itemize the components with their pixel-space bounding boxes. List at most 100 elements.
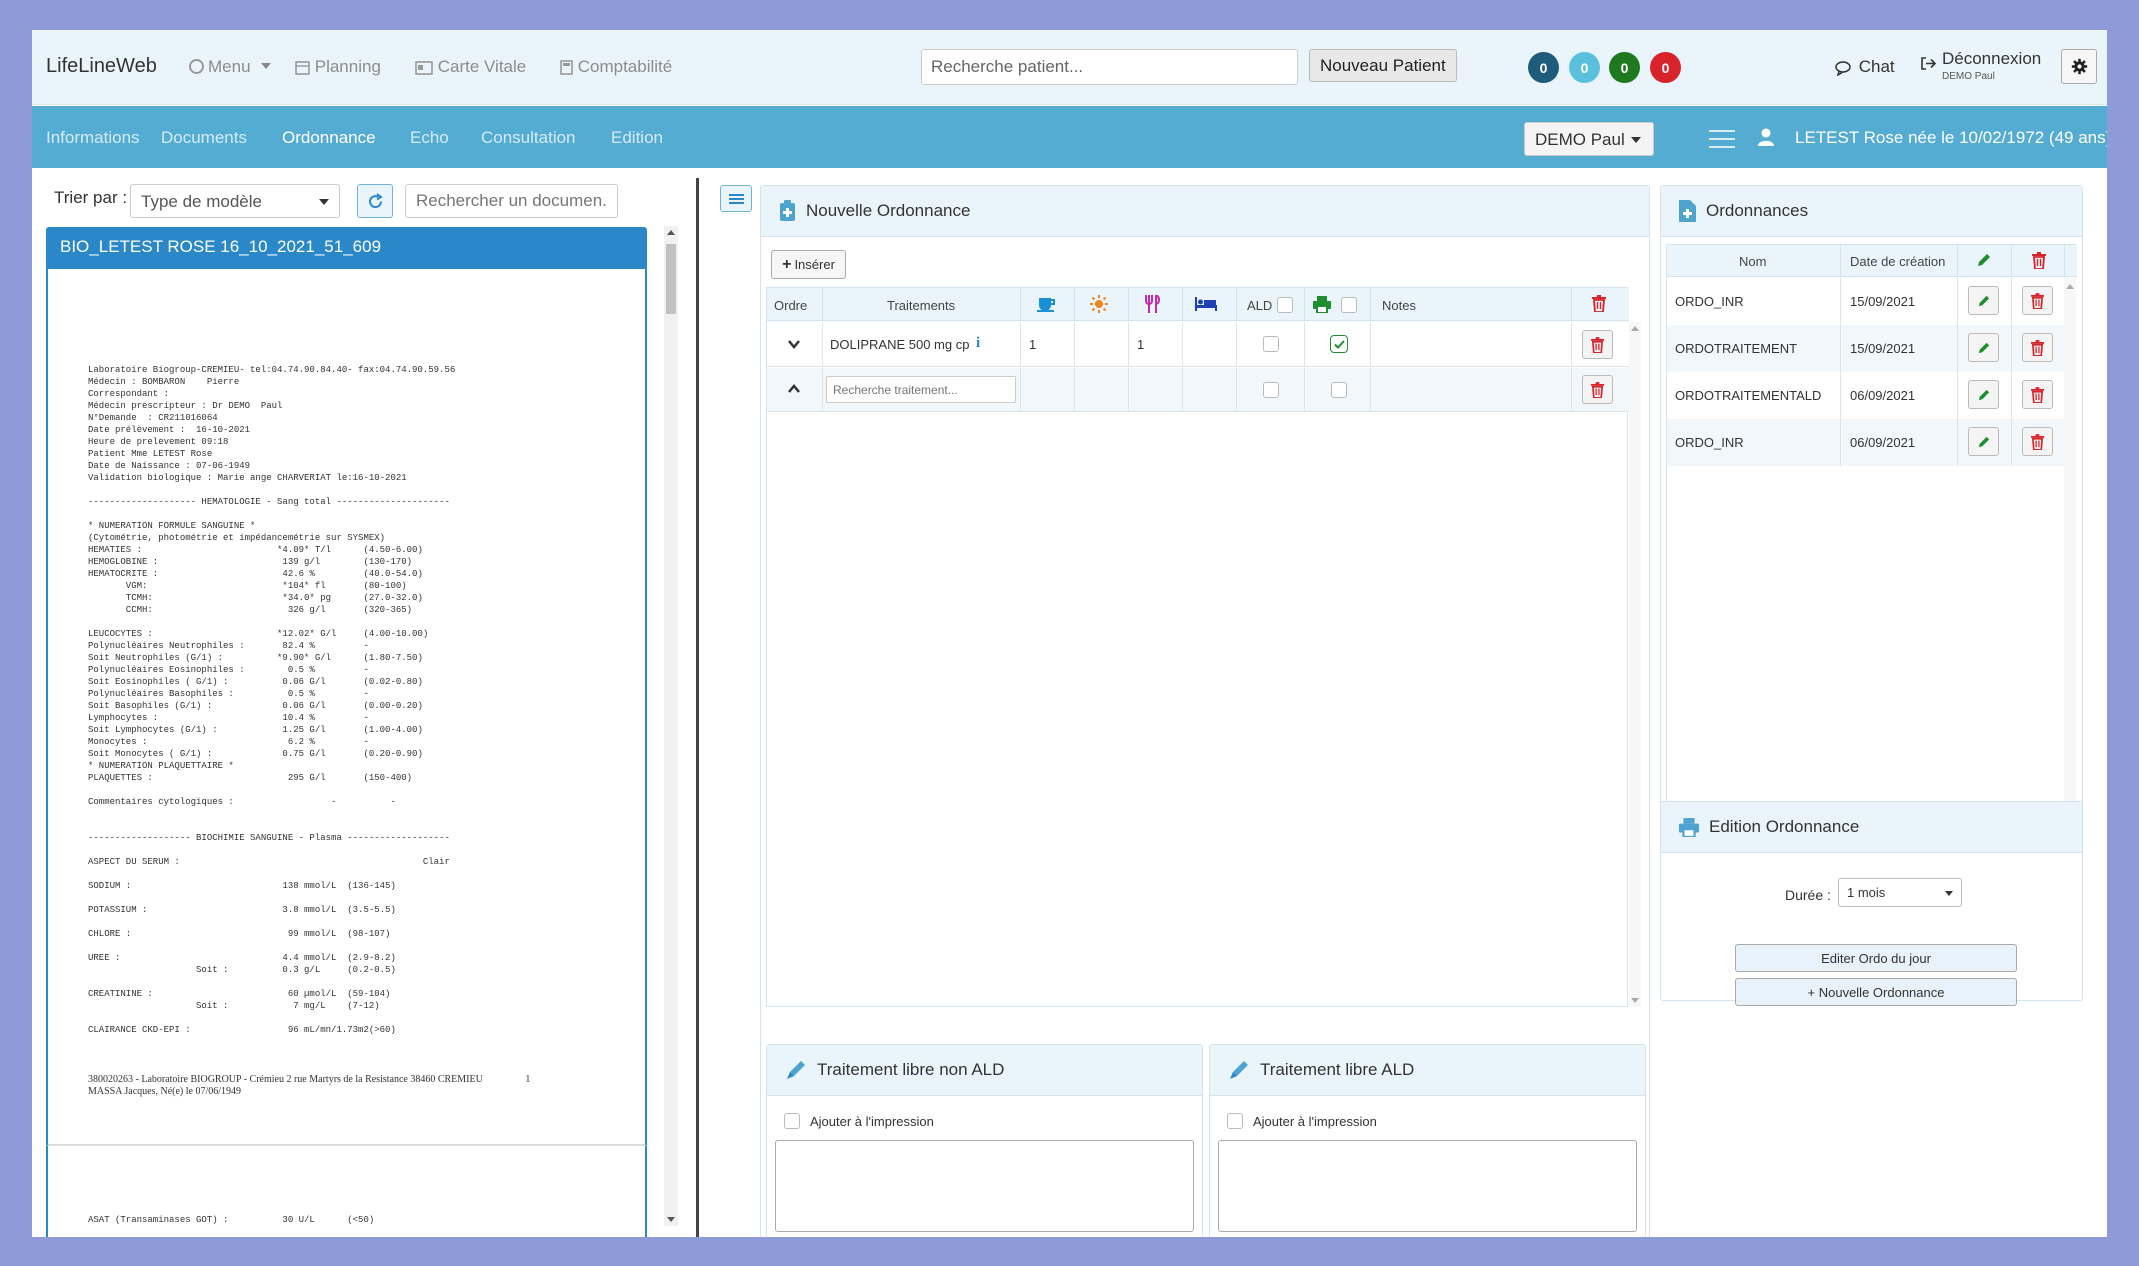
- print-checkbox[interactable]: [1331, 382, 1347, 398]
- nav-planning[interactable]: Planning: [295, 57, 381, 77]
- insert-button[interactable]: + Insérer: [771, 250, 846, 279]
- ordonnances-title: Ordonnances: [1706, 201, 1809, 220]
- doctor-select[interactable]: DEMO Paul: [1524, 122, 1654, 156]
- caret-down-icon: [1945, 891, 1953, 896]
- traitement-libre-non-ald-card: Traitement libre non ALD Ajouter à l'imp…: [766, 1044, 1203, 1237]
- ordonnances-table: Nom Date de création ORDO_INR 15/09/2021: [1666, 244, 2077, 812]
- print-checkbox-checked[interactable]: [1330, 335, 1348, 353]
- logout-label: Déconnexion: [1942, 49, 2042, 68]
- nouvelle-ordonnance-button[interactable]: + Nouvelle Ordonnance: [1735, 978, 2017, 1006]
- delete-ordonnance-button[interactable]: [2022, 286, 2053, 315]
- traitement-libre-non-ald-textarea[interactable]: [775, 1140, 1194, 1232]
- ordonnance-date: 06/09/2021: [1850, 435, 1916, 450]
- ald-checkbox[interactable]: [1263, 382, 1279, 398]
- col-ald: ALD: [1247, 298, 1273, 313]
- traitement-libre-ald-textarea[interactable]: [1218, 1140, 1637, 1232]
- ordonnance-row[interactable]: ORDOTRAITEMENTALD 06/09/2021: [1667, 372, 2064, 419]
- ordonnance-row[interactable]: ORDOTRAITEMENT 15/09/2021: [1667, 325, 2064, 372]
- document-search-input[interactable]: [405, 184, 618, 218]
- cutlery-icon: [1145, 295, 1160, 313]
- delete-ordonnance-button[interactable]: [2022, 380, 2053, 409]
- sort-select[interactable]: Type de modèle: [130, 184, 340, 218]
- ordonnances-card-header: Ordonnances: [1661, 186, 2082, 237]
- treatments-table: Ordre Traitements ALD Notes DOLIPRANE 50…: [766, 287, 1641, 1007]
- print-ald-label: Ajouter à l'impression: [1253, 1114, 1377, 1129]
- selected-document[interactable]: BIO_LETEST ROSE 16_10_2021_51_609: [46, 227, 647, 269]
- app-window: LifeLineWeb Menu Planning Carte Vitale C…: [32, 30, 2107, 1237]
- delete-ordonnance-button[interactable]: [2022, 427, 2053, 456]
- ordonnances-scrollbar[interactable]: [2064, 278, 2076, 812]
- settings-button[interactable]: [2061, 49, 2097, 84]
- nav-carte-vitale[interactable]: Carte Vitale: [415, 57, 526, 77]
- toggle-panel-button[interactable]: [720, 185, 752, 212]
- badge-1[interactable]: 0: [1528, 52, 1559, 83]
- print-non-ald-checkbox[interactable]: [784, 1113, 800, 1129]
- brand-logo[interactable]: LifeLineWeb: [46, 55, 157, 78]
- print-all-checkbox[interactable]: [1341, 297, 1357, 313]
- chat-label: Chat: [1858, 57, 1895, 76]
- ordonnance-card-header: Nouvelle Ordonnance: [761, 186, 1649, 237]
- caret-down-icon: [1631, 137, 1641, 143]
- tab-informations[interactable]: Informations: [46, 128, 140, 148]
- bed-icon: [1195, 297, 1217, 311]
- chevron-down-icon[interactable]: [788, 340, 800, 349]
- dose-soir[interactable]: 1: [1137, 337, 1144, 352]
- duree-select[interactable]: 1 mois: [1838, 878, 1962, 907]
- hamburger-menu[interactable]: [1709, 128, 1735, 148]
- print-ald-checkbox[interactable]: [1227, 1113, 1243, 1129]
- clipboard-medical-icon: [780, 200, 795, 221]
- ordonnance-row[interactable]: ORDO_INR 06/09/2021: [1667, 419, 2064, 466]
- delete-row-button[interactable]: [1582, 330, 1613, 359]
- new-treatment-row: [767, 368, 1629, 412]
- editer-ordo-du-jour-button[interactable]: Editer Ordo du jour: [1735, 944, 2017, 972]
- pencil-icon: [1978, 436, 1989, 447]
- badge-3[interactable]: 0: [1609, 52, 1640, 83]
- tab-echo[interactable]: Echo: [410, 128, 449, 148]
- traitement-libre-non-ald-title: Traitement libre non ALD: [817, 1060, 1005, 1079]
- edit-ordonnance-button[interactable]: [1968, 286, 1999, 315]
- tab-ordonnance[interactable]: Ordonnance: [282, 128, 376, 148]
- ald-checkbox[interactable]: [1263, 336, 1279, 352]
- col-notes: Notes: [1382, 298, 1416, 313]
- delete-ordonnance-button[interactable]: [2022, 333, 2053, 362]
- refresh-icon: [368, 192, 383, 208]
- patient-info: LETEST Rose née le 10/02/1972 (49 ans): [1795, 128, 2107, 147]
- dose-matin[interactable]: 1: [1029, 337, 1036, 352]
- new-patient-button[interactable]: Nouveau Patient: [1309, 49, 1457, 82]
- badge-2[interactable]: 0: [1569, 52, 1600, 83]
- panel-divider[interactable]: [696, 178, 699, 1237]
- treatment-name[interactable]: DOLIPRANE 500 mg cp: [830, 337, 969, 352]
- patient-search-input[interactable]: [921, 49, 1298, 85]
- document-scrollbar[interactable]: [664, 226, 678, 1226]
- info-icon[interactable]: i: [976, 335, 980, 352]
- sun-icon: [1090, 295, 1108, 313]
- trash-icon: [1591, 381, 1604, 398]
- trash-icon: [1591, 336, 1604, 353]
- ald-all-checkbox[interactable]: [1277, 297, 1293, 313]
- ordonnance-row[interactable]: ORDO_INR 15/09/2021: [1667, 278, 2064, 325]
- ordonnances-card: Ordonnances Nom Date de création ORDO_IN…: [1660, 185, 2083, 817]
- scroll-thumb[interactable]: [666, 244, 676, 314]
- delete-row-button[interactable]: [1582, 375, 1613, 404]
- treatment-search-input[interactable]: [826, 376, 1016, 403]
- nav-comptabilite[interactable]: Comptabilité: [560, 57, 672, 77]
- plus-icon: +: [782, 255, 792, 273]
- edit-ordonnance-button[interactable]: [1968, 333, 1999, 362]
- tab-edition[interactable]: Edition: [611, 128, 663, 148]
- badge-4[interactable]: 0: [1650, 52, 1681, 83]
- edit-ordonnance-button[interactable]: [1968, 427, 1999, 456]
- chevron-up-icon[interactable]: [788, 384, 800, 393]
- ordonnance-title: Nouvelle Ordonnance: [806, 201, 971, 220]
- chat-link[interactable]: Chat: [1835, 57, 1895, 77]
- tab-documents[interactable]: Documents: [161, 128, 247, 148]
- treatments-scrollbar[interactable]: [1629, 322, 1641, 1007]
- scroll-up-arrow[interactable]: [667, 230, 675, 235]
- edit-ordonnance-button[interactable]: [1968, 380, 1999, 409]
- refresh-button[interactable]: [357, 184, 393, 218]
- col-ordre: Ordre: [774, 298, 808, 313]
- ordonnance-date: 15/09/2021: [1850, 294, 1916, 309]
- tab-consultation[interactable]: Consultation: [481, 128, 576, 148]
- menu-dropdown[interactable]: Menu: [189, 57, 272, 77]
- nav-planning-label: Planning: [314, 57, 381, 76]
- scroll-down-arrow[interactable]: [667, 1217, 675, 1222]
